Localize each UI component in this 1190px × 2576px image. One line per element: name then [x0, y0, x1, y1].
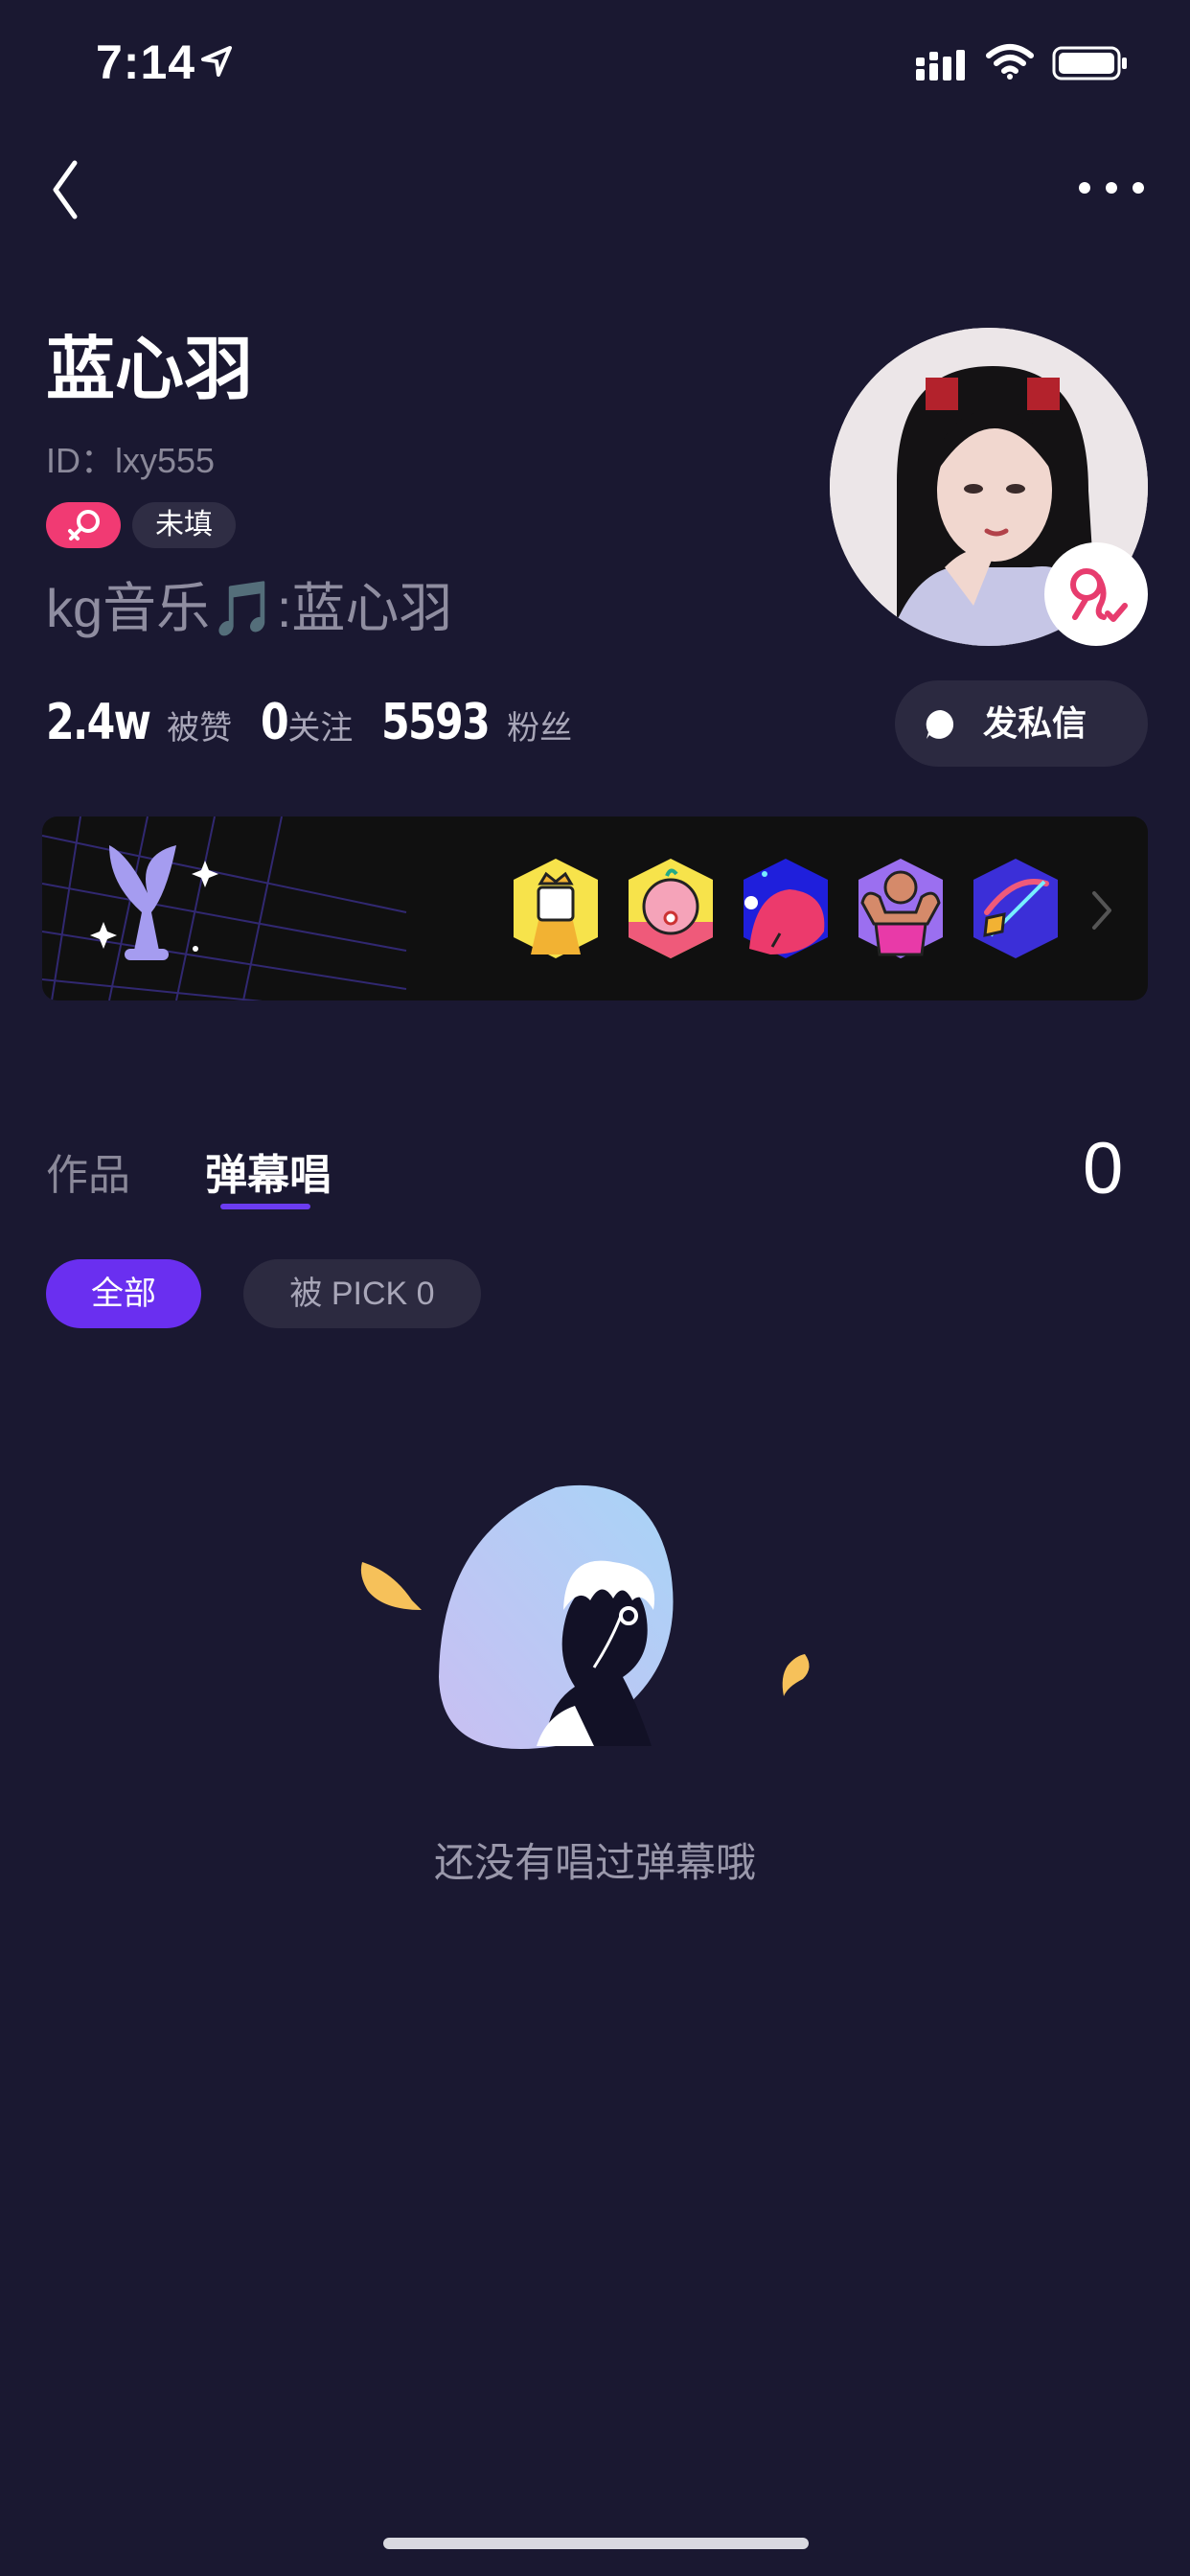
- chat-bubble-icon: [926, 709, 954, 739]
- tab-danmu-sing[interactable]: 弹幕唱: [205, 1140, 332, 1202]
- following-count[interactable]: 0: [261, 694, 289, 751]
- more-options-button[interactable]: [1073, 169, 1150, 207]
- red-creature-medal-icon: [744, 859, 828, 958]
- mermaid-tail-trophy-icon: [90, 845, 218, 960]
- location-arrow-icon: [201, 46, 232, 77]
- king-medal-icon: [514, 859, 598, 958]
- gender-tag: [46, 502, 121, 548]
- active-tab-indicator: [220, 1204, 310, 1209]
- tab-works[interactable]: 作品: [46, 1140, 130, 1202]
- profile-stats: 2.4w 被赞 0 关注 5593 粉丝: [46, 694, 601, 751]
- filter-all-chip[interactable]: 全部: [46, 1259, 201, 1328]
- empty-state-illustration: [360, 1484, 810, 1749]
- wifi-icon: [986, 44, 1034, 80]
- likes-count[interactable]: 2.4w: [46, 694, 151, 751]
- status-time: 7:14: [96, 35, 196, 89]
- fans-count[interactable]: 5593: [381, 694, 491, 751]
- unfilled-tag: 未填: [132, 502, 236, 548]
- signal-icon: [916, 50, 965, 80]
- tab-count: 0: [1083, 1128, 1124, 1209]
- home-indicator[interactable]: [383, 2538, 809, 2549]
- send-message-label: 发私信: [983, 703, 1087, 743]
- back-button[interactable]: [42, 153, 90, 226]
- female-icon: [68, 510, 100, 540]
- cupid-bow-medal-icon: [973, 859, 1058, 958]
- following-label: 关注: [287, 710, 354, 747]
- zodiac-badge: [1044, 542, 1148, 646]
- chevron-right-icon[interactable]: [1083, 884, 1121, 937]
- girl-medal-icon: [629, 859, 713, 958]
- profile-id: ID：lxy555: [46, 441, 216, 480]
- strongman-medal-icon: [858, 859, 943, 958]
- battery-icon: [1052, 46, 1127, 80]
- fans-label: 粉丝: [507, 710, 573, 747]
- profile-name: 蓝心羽: [46, 332, 254, 408]
- leo-zodiac-icon: [1070, 568, 1128, 622]
- likes-label: 被赞: [167, 710, 233, 747]
- medal-banner[interactable]: [42, 816, 1148, 1000]
- send-message-button[interactable]: 发私信: [895, 680, 1148, 767]
- empty-state-message: 还没有唱过弹幕哦: [433, 1840, 756, 1885]
- filter-pick-chip[interactable]: 被 PICK 0: [243, 1259, 481, 1328]
- profile-signature: kg音乐🎵:蓝心羽: [46, 578, 453, 638]
